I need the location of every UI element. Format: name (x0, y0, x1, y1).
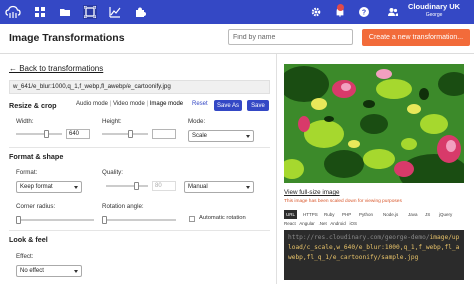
tab-js[interactable]: JS (423, 210, 432, 219)
effect-select[interactable]: No effect (16, 265, 82, 277)
image-mode-link[interactable]: Image mode (150, 101, 183, 107)
tab-jquery[interactable]: jQuery (437, 210, 454, 219)
audio-mode-link[interactable]: Audio mode (76, 101, 108, 107)
quality-input[interactable]: 80 (152, 181, 176, 191)
panel-divider (276, 54, 277, 284)
chevron-down-icon (246, 186, 250, 189)
corner-radius-slider[interactable] (16, 216, 94, 224)
height-label: Height: (102, 118, 122, 125)
mode-select-value: Scale (192, 133, 208, 139)
mode-separator: | (146, 101, 149, 107)
quality-mode-select[interactable]: Manual (184, 181, 254, 193)
mode-label: Mode: (188, 118, 206, 125)
tab-python[interactable]: Python (357, 210, 375, 219)
section-divider (9, 147, 270, 148)
account-name: Cloudinary UK (408, 2, 461, 11)
cloudinary-logo-icon[interactable] (4, 3, 22, 21)
format-select-value: Keep format (20, 184, 53, 190)
width-input[interactable]: 640 (66, 129, 90, 139)
settings-icon[interactable] (309, 5, 323, 19)
media-library-icon[interactable] (58, 5, 72, 19)
back-to-transformations-link[interactable]: ← Back to transformations (9, 64, 103, 73)
effect-select-value: No effect (20, 268, 44, 274)
code-snippet[interactable]: http://res.cloudinary.com/george-demo/im… (284, 230, 464, 280)
automatic-rotation-checkbox[interactable] (189, 216, 195, 222)
format-select[interactable]: Keep format (16, 181, 82, 193)
width-slider[interactable] (16, 130, 62, 138)
section-divider (9, 230, 270, 231)
rotation-angle-slider[interactable] (102, 216, 176, 224)
addons-icon[interactable] (133, 5, 147, 19)
slider-thumb[interactable] (44, 130, 49, 138)
notification-badge (337, 4, 344, 11)
quality-label: Quality: (102, 169, 123, 176)
account-user: George (425, 12, 443, 18)
corner-radius-label: Corner radius: (16, 203, 56, 210)
slider-thumb[interactable] (128, 130, 133, 138)
reset-link[interactable]: Reset (192, 101, 208, 107)
preview-image[interactable] (284, 64, 464, 183)
resize-crop-title: Resize & crop (9, 101, 57, 110)
transformations-icon[interactable] (83, 5, 97, 19)
tab-url[interactable]: URL (284, 210, 298, 219)
code-language-tabs-row2[interactable]: React Angular .Net Android iOS (284, 221, 357, 226)
width-label: Width: (16, 118, 34, 125)
quality-slider[interactable] (106, 182, 148, 190)
mode-select[interactable]: Scale (188, 130, 254, 142)
video-mode-link[interactable]: Video mode (113, 101, 145, 107)
save-as-button[interactable]: Save As (214, 100, 242, 111)
save-button[interactable]: Save (247, 100, 269, 111)
code-prefix: http://res.cloudinary.com/george-demo/ (288, 234, 430, 241)
effect-label: Effect: (16, 253, 34, 260)
header-divider (0, 53, 474, 54)
chevron-down-icon (74, 186, 78, 189)
create-transformation-button[interactable]: Create a new transformation... (362, 29, 470, 46)
tab-nodejs[interactable]: Node.js (381, 210, 400, 219)
help-icon[interactable]: ? (357, 5, 371, 19)
code-language-tabs: URL HTTPS Ruby PHP Python Node.js Java J… (284, 210, 464, 219)
scaled-down-note: This image has been scaled down for view… (284, 199, 402, 204)
dashboard-icon[interactable] (33, 5, 47, 19)
slider-thumb[interactable] (102, 216, 107, 224)
format-label: Format: (16, 169, 38, 176)
transformation-string[interactable]: w_641/e_blur:1000,q_1,f_webp,fl_awebp/e_… (9, 80, 270, 94)
account-menu[interactable]: Cloudinary UK George (408, 2, 460, 20)
automatic-rotation-label: Automatic rotation (199, 215, 246, 221)
rotation-angle-label: Rotation angle: (102, 203, 144, 210)
height-input[interactable] (152, 129, 176, 139)
tab-php[interactable]: PHP (340, 210, 353, 219)
quality-mode-select-value: Manual (188, 184, 208, 190)
height-slider[interactable] (102, 130, 148, 138)
search-input[interactable] (228, 29, 353, 45)
chevron-down-icon (74, 270, 78, 273)
users-icon[interactable] (386, 5, 400, 19)
slider-thumb[interactable] (16, 216, 21, 224)
tab-java[interactable]: Java (406, 210, 420, 219)
view-full-size-link[interactable]: View full-size image (284, 189, 340, 196)
format-shape-title: Format & shape (9, 152, 64, 161)
slider-thumb[interactable] (134, 182, 139, 190)
reports-icon[interactable] (108, 5, 122, 19)
mode-separator: | (109, 101, 112, 107)
svg-text:?: ? (362, 10, 366, 17)
chevron-down-icon (246, 135, 250, 138)
mode-switch: Audio mode | Video mode | Image mode (76, 101, 183, 107)
top-navbar: ? Cloudinary UK George (0, 0, 474, 24)
look-feel-title: Look & feel (9, 235, 48, 244)
page-title: Image Transformations (9, 32, 125, 44)
tab-ruby[interactable]: Ruby (322, 210, 337, 219)
tab-https[interactable]: HTTPS (301, 210, 320, 219)
